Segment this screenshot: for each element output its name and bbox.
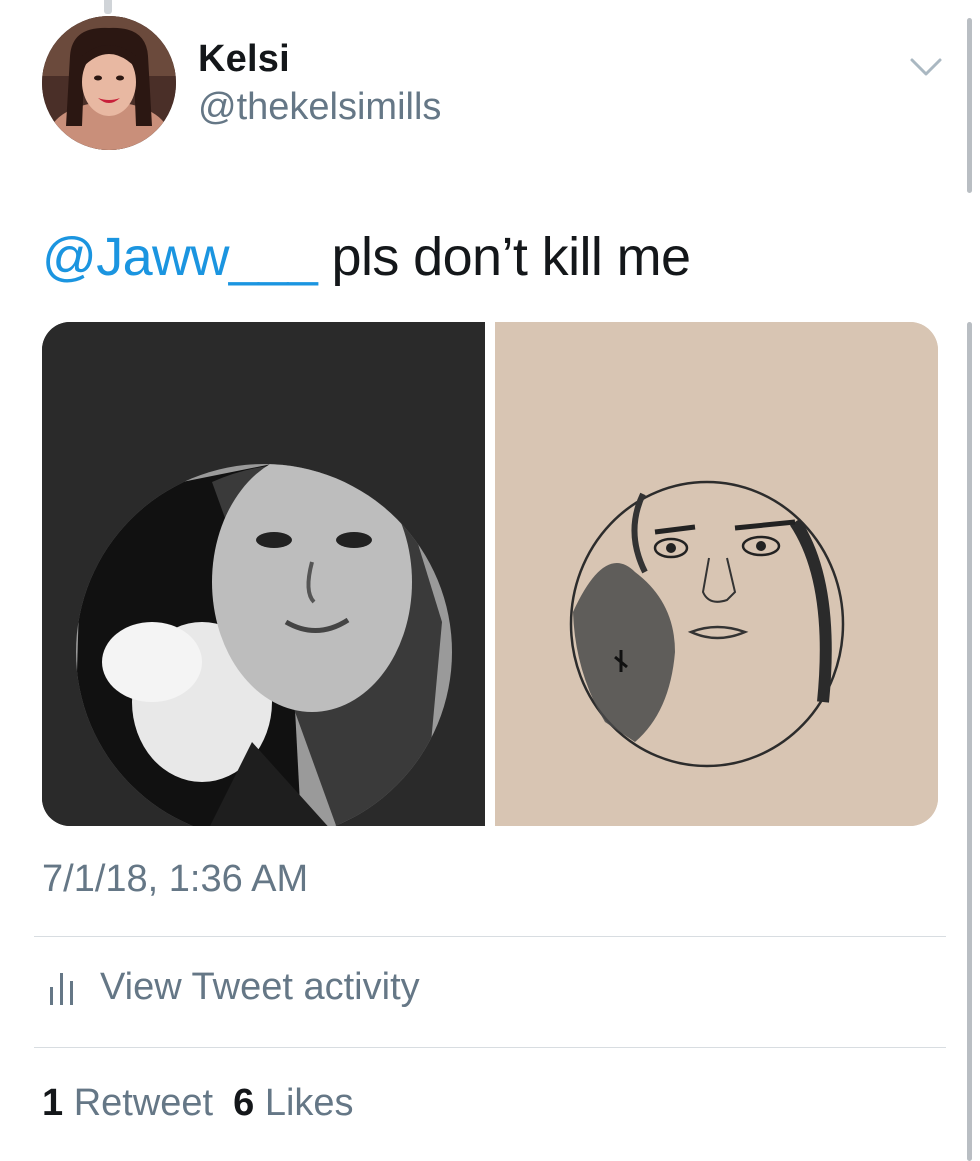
view-tweet-activity[interactable]: View Tweet activity (48, 966, 420, 1009)
media-photo-right[interactable] (495, 322, 938, 826)
chevron-down-icon[interactable] (906, 50, 946, 82)
scrollbar-top[interactable] (967, 18, 972, 193)
retweets-count: 1 (42, 1082, 64, 1124)
author-handle[interactable]: @thekelsimills (198, 86, 441, 129)
retweets-label: Retweet (73, 1082, 214, 1124)
tweet-media[interactable] (42, 322, 938, 826)
tweet-text: @Jaww___ pls don’t kill me (42, 226, 692, 288)
avatar[interactable] (42, 16, 176, 150)
tweet-timestamp[interactable]: 7/1/18, 1:36 AM (42, 858, 308, 901)
likes-label: Likes (264, 1082, 354, 1124)
selfie-photo (42, 322, 485, 826)
likes-stat[interactable]: 6 Likes (233, 1082, 353, 1124)
sketch-photo (495, 322, 938, 826)
media-photo-left[interactable] (42, 322, 485, 826)
engagement-stats: 1 Retweet 6 Likes (42, 1082, 354, 1125)
retweets-stat[interactable]: 1 Retweet (42, 1082, 213, 1124)
bar-chart-icon (50, 972, 73, 1005)
view-tweet-activity-label: View Tweet activity (100, 966, 420, 1008)
tweet-body: pls don’t kill me (317, 227, 692, 287)
top-scroll-indicator (104, 0, 112, 14)
divider (34, 1047, 946, 1048)
scrollbar-main[interactable] (967, 322, 972, 1161)
mention-link[interactable]: @Jaww___ (42, 227, 318, 287)
divider (34, 936, 946, 937)
likes-count: 6 (233, 1082, 255, 1124)
author-name[interactable]: Kelsi (198, 38, 290, 81)
avatar-photo (42, 16, 176, 150)
